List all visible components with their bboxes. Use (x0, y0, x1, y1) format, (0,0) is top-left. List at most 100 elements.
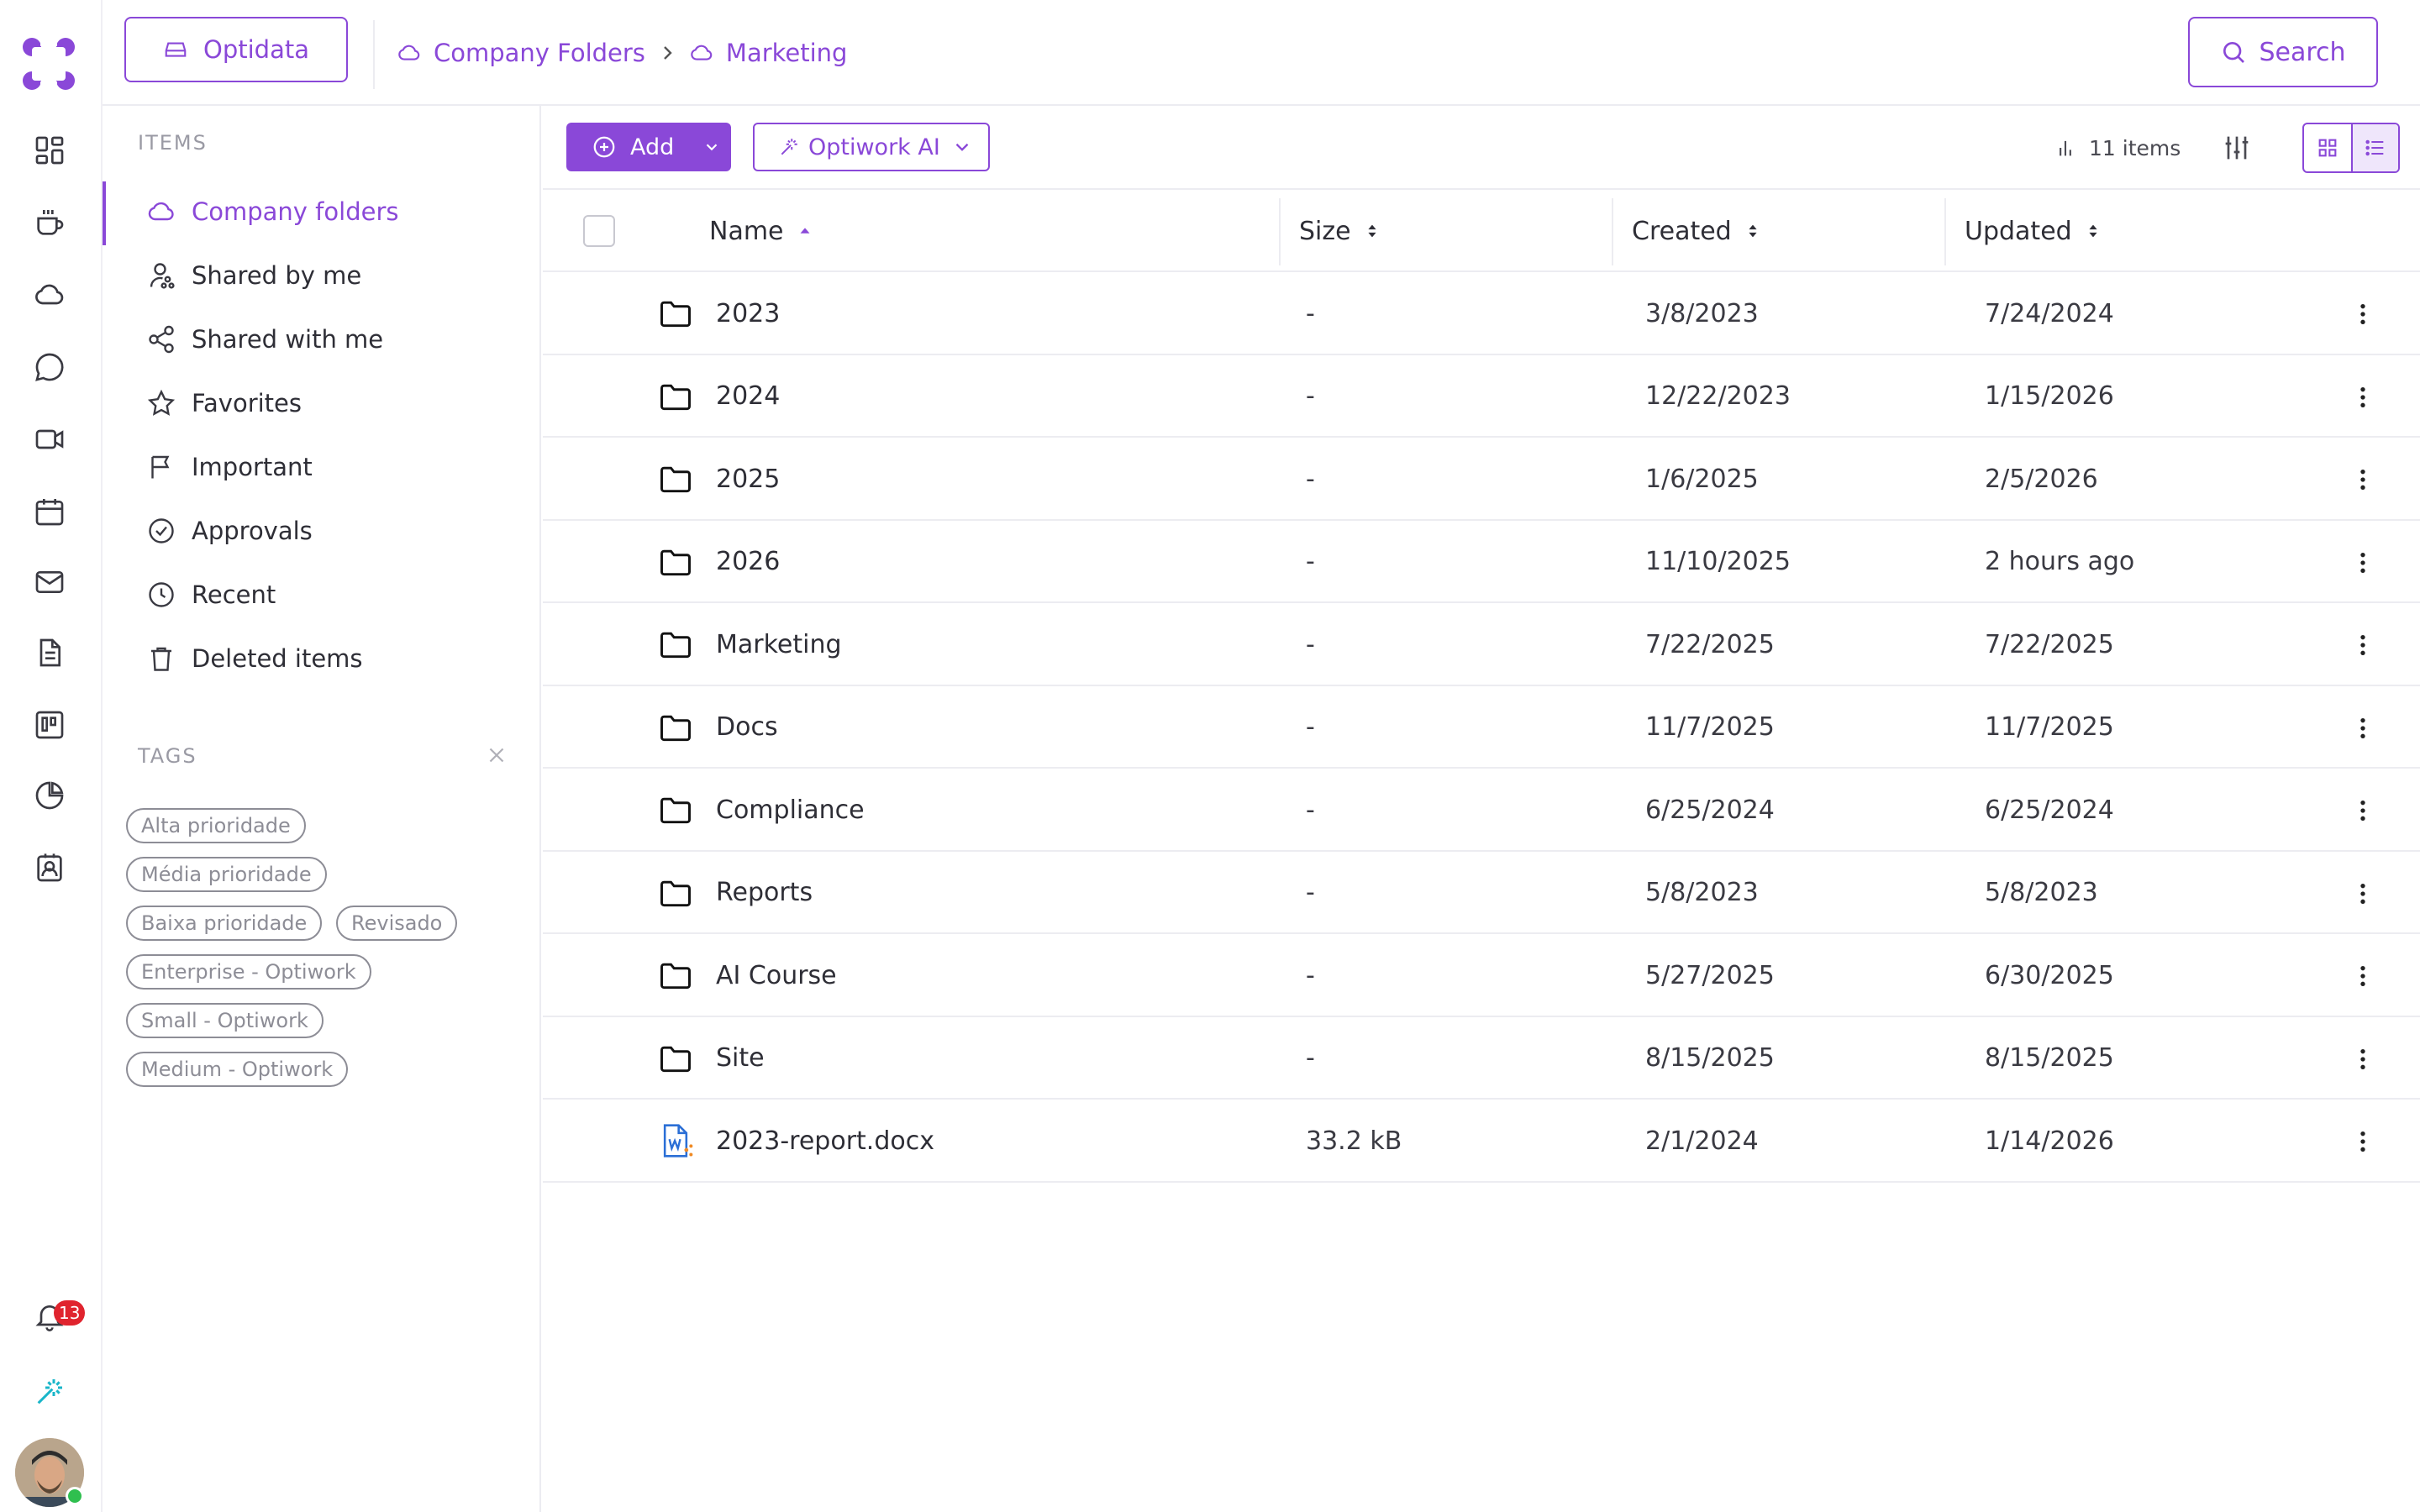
folder-icon (660, 384, 691, 410)
workspace-button[interactable]: Optidata (124, 17, 348, 82)
column-header-updated[interactable]: Updated (1965, 190, 2102, 272)
sidebar-item-recent[interactable]: Recent (146, 571, 276, 618)
more-options-icon[interactable] (2349, 384, 2376, 411)
column-header-size[interactable]: Size (1299, 190, 1381, 272)
tag-chip[interactable]: Baixa prioridade (126, 906, 323, 941)
tag-chip[interactable]: Média prioridade (126, 857, 327, 892)
sidebar-item-label: Approvals (192, 517, 313, 545)
file-name-cell[interactable]: Site (657, 1017, 765, 1100)
sidebar-item-favorites[interactable]: Favorites (146, 380, 302, 427)
column-header-name[interactable]: Name (709, 190, 814, 272)
file-name-cell[interactable]: 2024 (657, 355, 780, 438)
folder-icon (660, 880, 691, 906)
file-name-cell[interactable]: Marketing (657, 603, 842, 685)
table-row[interactable]: 2025 - 1/6/2025 2/5/2026 (543, 438, 2420, 521)
video-icon[interactable] (32, 422, 67, 457)
file-name-cell[interactable]: 2026 (657, 521, 780, 603)
toolbar: Add Optiwork AI 11 items (543, 106, 2420, 190)
more-options-icon[interactable] (2349, 632, 2376, 659)
add-button-main[interactable]: Add (566, 134, 692, 160)
file-name: Marketing (716, 629, 842, 659)
sidebar-item-label: Company folders (192, 197, 399, 226)
grid-view-button[interactable] (2304, 124, 2351, 171)
sidebar-item-shared-by-me[interactable]: Shared by me (146, 252, 361, 299)
magic-wand-icon (781, 139, 797, 155)
file-name-cell[interactable]: 2023-report.docx (657, 1100, 934, 1182)
coffee-icon[interactable] (32, 205, 67, 240)
sliders-icon[interactable] (2220, 131, 2254, 165)
magic-wand-icon[interactable] (32, 1374, 67, 1410)
table-row[interactable]: Compliance - 6/25/2024 6/25/2024 (543, 769, 2420, 852)
list-view-button[interactable] (2351, 124, 2398, 171)
file-name-cell[interactable]: Reports (657, 852, 813, 934)
chat-icon[interactable] (32, 349, 67, 385)
calendar-icon[interactable] (32, 494, 67, 529)
table-row[interactable]: 2024 - 12/22/2023 1/15/2026 (543, 355, 2420, 438)
add-button[interactable]: Add (566, 123, 731, 171)
more-options-icon[interactable] (2349, 466, 2376, 493)
search-button[interactable]: Search (2188, 17, 2378, 87)
file-size: 33.2 kB (1306, 1126, 1402, 1156)
tag-chip[interactable]: Small - Optiwork (126, 1003, 324, 1038)
document-icon[interactable] (32, 635, 67, 670)
more-options-icon[interactable] (2349, 549, 2376, 576)
table-row[interactable]: Reports - 5/8/2023 5/8/2023 (543, 852, 2420, 934)
folder-icon (660, 301, 691, 328)
sidebar-item-shared-with-me[interactable]: Shared with me (146, 316, 383, 363)
plus-circle-icon (593, 136, 615, 158)
file-name-cell[interactable]: Docs (657, 686, 778, 769)
sidebar-item-approvals[interactable]: Approvals (146, 507, 313, 554)
close-icon[interactable] (484, 743, 509, 768)
pie-chart-icon[interactable] (32, 778, 67, 813)
more-options-icon[interactable] (2349, 880, 2376, 907)
contact-icon[interactable] (32, 850, 67, 885)
file-name-cell[interactable]: AI Course (657, 934, 837, 1016)
more-options-icon[interactable] (2349, 797, 2376, 824)
sidebar-item-company-folders[interactable]: Company folders (146, 188, 398, 235)
optiwork-ai-button[interactable]: Optiwork AI (753, 123, 990, 171)
column-header-created[interactable]: Created (1632, 190, 1762, 272)
sidebar-item-important[interactable]: Important (146, 444, 313, 491)
select-all-checkbox[interactable] (583, 215, 615, 247)
more-options-icon[interactable] (2349, 715, 2376, 742)
more-options-icon[interactable] (2349, 1128, 2376, 1155)
table-row[interactable]: 2023-report.docx 33.2 kB 2/1/2024 1/14/2026 (543, 1100, 2420, 1183)
tag-chip[interactable]: Revisado (336, 906, 458, 941)
table-row[interactable]: 2026 - 11/10/2025 2 hours ago (543, 521, 2420, 603)
chevron-down-icon (706, 144, 718, 151)
add-dropdown-toggle[interactable] (692, 123, 731, 171)
mail-icon[interactable] (32, 564, 67, 600)
breadcrumb-marketing[interactable]: Marketing (689, 39, 847, 67)
sidebar-item-deleted-items[interactable]: Deleted items (146, 635, 363, 682)
table-row[interactable]: AI Course - 5/27/2025 6/30/2025 (543, 934, 2420, 1017)
file-size: - (1306, 795, 1315, 825)
column-label: Created (1632, 216, 1732, 246)
table-row[interactable]: 2023 - 3/8/2023 7/24/2024 (543, 272, 2420, 355)
tag-chip[interactable]: Enterprise - Optiwork (126, 954, 371, 990)
file-name-cell[interactable]: 2023 (657, 272, 780, 354)
tags-section-header: TAGS (138, 744, 197, 768)
board-icon[interactable] (32, 707, 67, 743)
file-name-cell[interactable]: 2025 (657, 438, 780, 520)
view-toggle (2302, 123, 2400, 173)
more-options-icon[interactable] (2349, 301, 2376, 328)
breadcrumb-company-folders[interactable]: Company Folders (397, 39, 645, 67)
file-name: 2024 (716, 381, 781, 411)
chevron-right-icon (664, 46, 672, 60)
tag-chip[interactable]: Medium - Optiwork (126, 1052, 349, 1087)
active-indicator (103, 181, 106, 245)
table-row[interactable]: Marketing - 7/22/2025 7/22/2025 (543, 603, 2420, 686)
table-row[interactable]: Docs - 11/7/2025 11/7/2025 (543, 686, 2420, 769)
dashboard-icon[interactable] (32, 133, 67, 168)
updated-date: 6/30/2025 (1985, 960, 2114, 990)
app-logo-icon[interactable] (20, 35, 77, 92)
tag-chip[interactable]: Alta prioridade (126, 808, 306, 843)
table-row[interactable]: Site - 8/15/2025 8/15/2025 (543, 1017, 2420, 1100)
cloud-icon[interactable] (32, 277, 67, 312)
created-date: 11/7/2025 (1645, 712, 1775, 742)
created-date: 5/27/2025 (1645, 960, 1775, 990)
file-name-cell[interactable]: Compliance (657, 769, 865, 851)
more-options-icon[interactable] (2349, 1046, 2376, 1073)
clock-icon (149, 582, 174, 607)
more-options-icon[interactable] (2349, 963, 2376, 990)
